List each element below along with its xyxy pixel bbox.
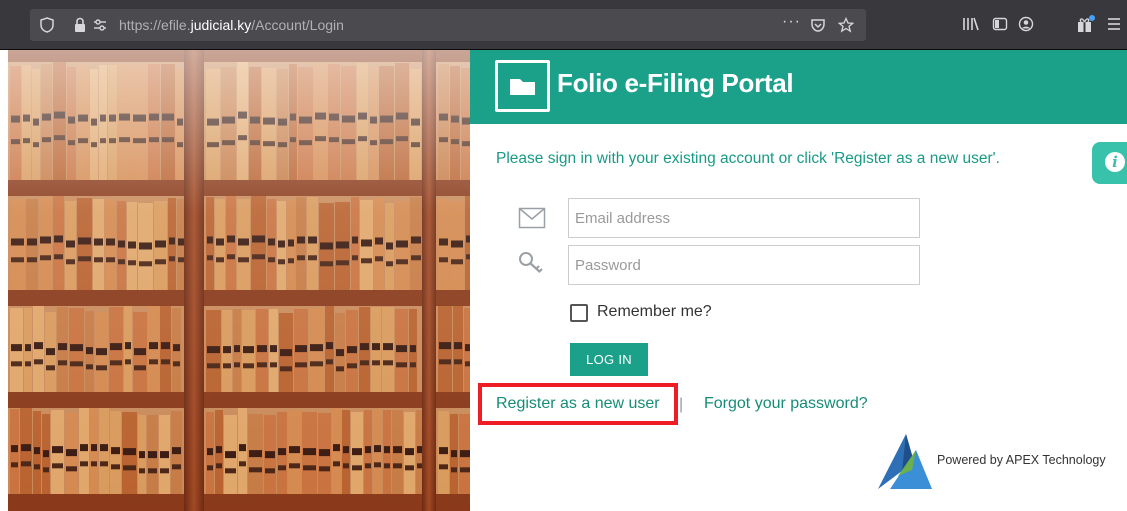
url-text[interactable]: https://efile.judicial.ky/Account/Login bbox=[119, 17, 344, 33]
url-host: judicial.ky bbox=[190, 17, 252, 33]
key-icon bbox=[518, 250, 546, 281]
bookshelf-image bbox=[8, 50, 470, 511]
forgot-password-link[interactable]: Forgot your password? bbox=[704, 395, 868, 413]
lock-icon[interactable] bbox=[74, 17, 86, 36]
library-icon[interactable] bbox=[962, 16, 980, 37]
url-scheme: https://efile. bbox=[119, 17, 191, 33]
bookshelf-illustration bbox=[8, 50, 470, 511]
email-input[interactable] bbox=[568, 198, 920, 238]
remember-me-label[interactable]: Remember me? bbox=[597, 303, 712, 321]
folder-icon bbox=[495, 60, 550, 112]
whats-new-icon[interactable] bbox=[1076, 14, 1096, 39]
url-path: /Account/Login bbox=[251, 17, 344, 33]
portal-title: Folio e-Filing Portal bbox=[557, 68, 794, 98]
sidebar-icon[interactable] bbox=[992, 16, 1008, 37]
menu-icon[interactable] bbox=[1106, 16, 1122, 37]
account-icon[interactable] bbox=[1018, 16, 1034, 37]
info-icon: i bbox=[1105, 152, 1125, 172]
link-separator: | bbox=[679, 396, 684, 413]
envelope-icon bbox=[518, 207, 546, 234]
sign-in-instructions: Please sign in with your existing accoun… bbox=[496, 150, 1000, 167]
browser-toolbar: https://efile.judicial.ky/Account/Login … bbox=[0, 0, 1127, 50]
bookmark-star-icon[interactable] bbox=[837, 16, 855, 36]
login-button[interactable]: LOG IN bbox=[570, 343, 648, 376]
pocket-icon[interactable] bbox=[810, 17, 826, 36]
shield-icon[interactable] bbox=[40, 17, 54, 36]
register-highlight-box bbox=[478, 383, 678, 425]
remember-me-checkbox[interactable] bbox=[570, 304, 588, 322]
page-actions-icon[interactable]: ··· bbox=[782, 14, 801, 30]
permissions-icon[interactable] bbox=[92, 17, 108, 36]
powered-by-text: Powered by APEX Technology bbox=[937, 453, 1106, 467]
info-tab[interactable]: i bbox=[1092, 142, 1127, 184]
apex-logo-icon bbox=[876, 432, 934, 495]
address-bar[interactable]: https://efile.judicial.ky/Account/Login … bbox=[30, 9, 866, 41]
portal-header: Folio e-Filing Portal bbox=[470, 50, 1127, 124]
password-input[interactable] bbox=[568, 245, 920, 285]
